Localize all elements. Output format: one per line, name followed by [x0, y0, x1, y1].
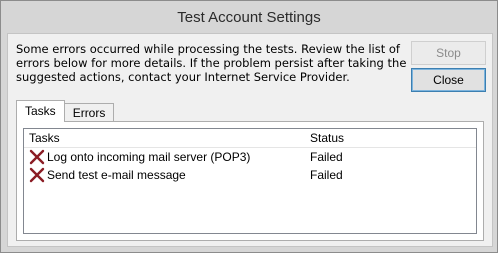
stop-button[interactable]: Stop — [411, 41, 486, 65]
row-status: Failed — [310, 168, 343, 182]
tab-strip: Tasks Errors — [16, 100, 115, 122]
tasks-list[interactable]: Tasks Status Log onto incoming mail serv… — [23, 128, 477, 234]
tab-tasks[interactable]: Tasks — [16, 100, 65, 122]
row-task-cell: Log onto incoming mail server (POP3) — [24, 149, 307, 165]
dialog-client-area: Some errors occurred while processing th… — [7, 33, 493, 247]
test-account-settings-dialog: Test Account Settings Some errors occurr… — [0, 0, 498, 253]
table-row[interactable]: Send test e-mail message Failed — [24, 166, 476, 184]
column-header-tasks[interactable]: Tasks — [24, 131, 307, 145]
tab-errors[interactable]: Errors — [63, 103, 115, 122]
column-header-status[interactable]: Status — [307, 131, 344, 145]
error-summary-message: Some errors occurred while processing th… — [16, 42, 407, 84]
row-task-cell: Send test e-mail message — [24, 167, 307, 183]
row-task-label: Log onto incoming mail server (POP3) — [47, 150, 251, 164]
tasks-tab-panel: Tasks Status Log onto incoming mail serv… — [16, 121, 484, 241]
table-row[interactable]: Log onto incoming mail server (POP3) Fai… — [24, 148, 476, 166]
dialog-title: Test Account Settings — [177, 8, 321, 26]
list-header: Tasks Status — [24, 129, 476, 148]
row-status: Failed — [310, 150, 343, 164]
error-x-icon — [29, 167, 45, 183]
error-x-icon — [29, 149, 45, 165]
row-task-label: Send test e-mail message — [47, 168, 186, 182]
close-button[interactable]: Close — [411, 68, 486, 92]
